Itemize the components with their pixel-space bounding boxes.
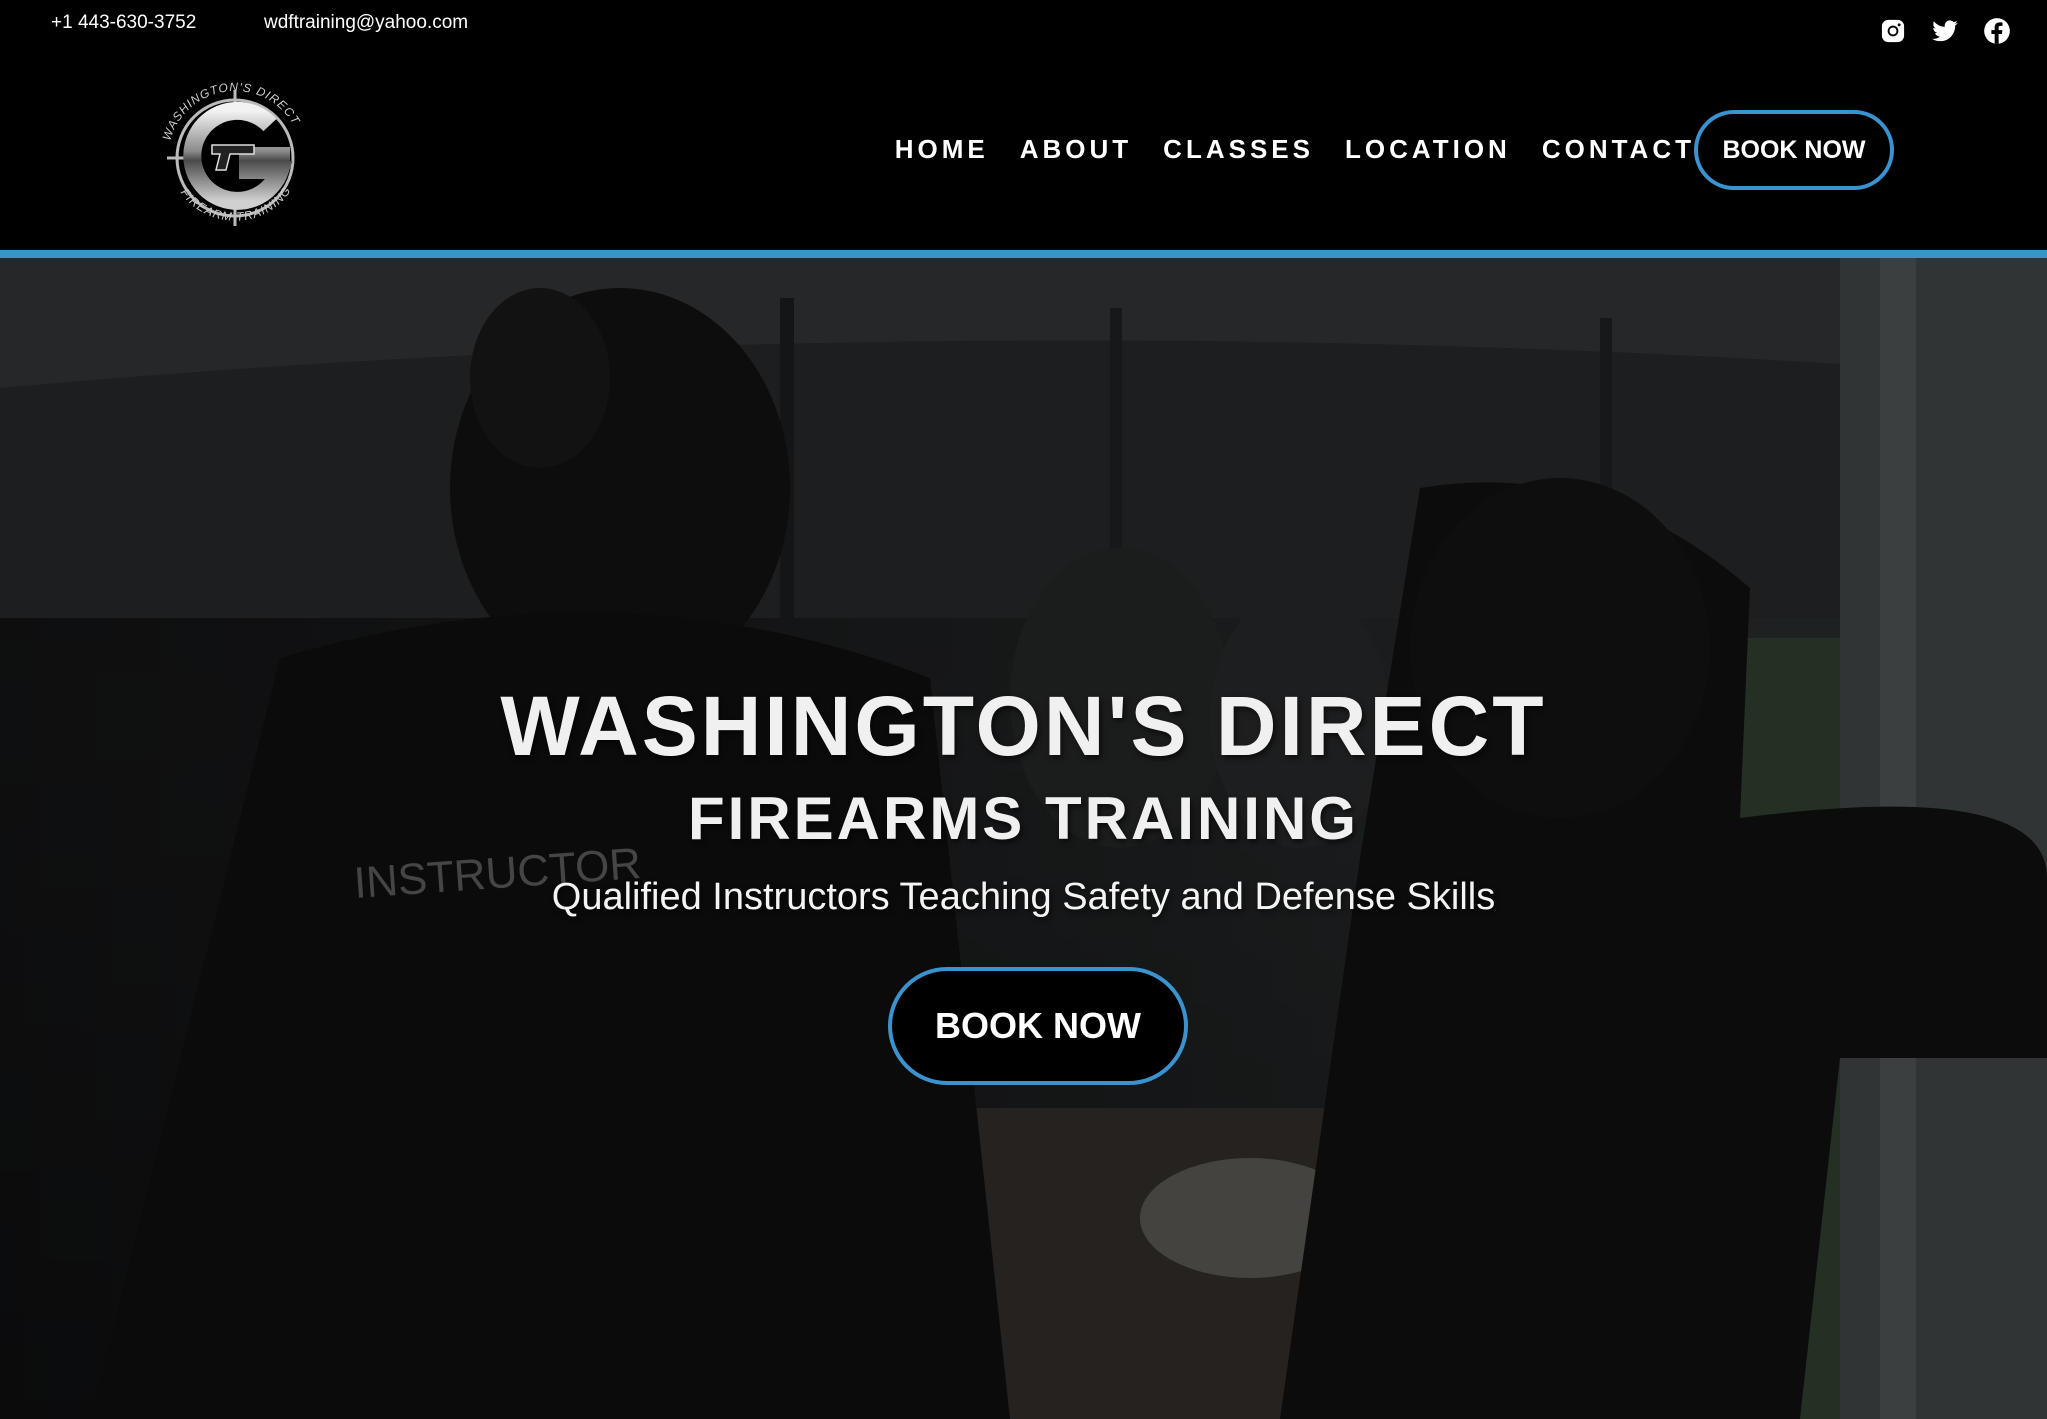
social-links [1879, 17, 2011, 45]
hero-subtitle: FIREARMS TRAINING [688, 785, 1359, 852]
main-nav: HOME ABOUT CLASSES LOCATION CONTACT [864, 134, 1695, 165]
hero-title: WASHINGTON'S DIRECT [500, 679, 1547, 773]
site-logo[interactable]: WASHINGTON'S DIRECT FIREARM TRAINING [150, 70, 320, 240]
nav-contact[interactable]: CONTACT [1542, 134, 1695, 165]
nav-classes[interactable]: CLASSES [1163, 134, 1314, 165]
header-accent-divider [0, 250, 2047, 258]
hero-section: INSTRUCTOR WASHINGTON'S DIRECT FIREARMS … [0, 258, 2047, 1419]
twitter-icon[interactable] [1931, 17, 1959, 45]
hero-tagline: Qualified Instructors Teaching Safety an… [551, 876, 1496, 918]
facebook-icon[interactable] [1983, 17, 2011, 45]
contact-phone[interactable]: +1 443-630-3752 [51, 12, 196, 34]
nav-location[interactable]: LOCATION [1345, 134, 1511, 165]
book-now-button-hero[interactable]: BOOK NOW [888, 967, 1188, 1085]
instagram-icon[interactable] [1879, 17, 1907, 45]
site-header: WASHINGTON'S DIRECT FIREARM TRAINING HOM… [0, 52, 2047, 250]
contact-email[interactable]: wdftraining@yahoo.com [264, 12, 468, 34]
nav-home[interactable]: HOME [895, 134, 989, 165]
top-contact-bar: +1 443-630-3752 wdftraining@yahoo.com [0, 0, 2047, 52]
nav-about[interactable]: ABOUT [1020, 134, 1132, 165]
book-now-button-header[interactable]: BOOK NOW [1694, 110, 1894, 190]
